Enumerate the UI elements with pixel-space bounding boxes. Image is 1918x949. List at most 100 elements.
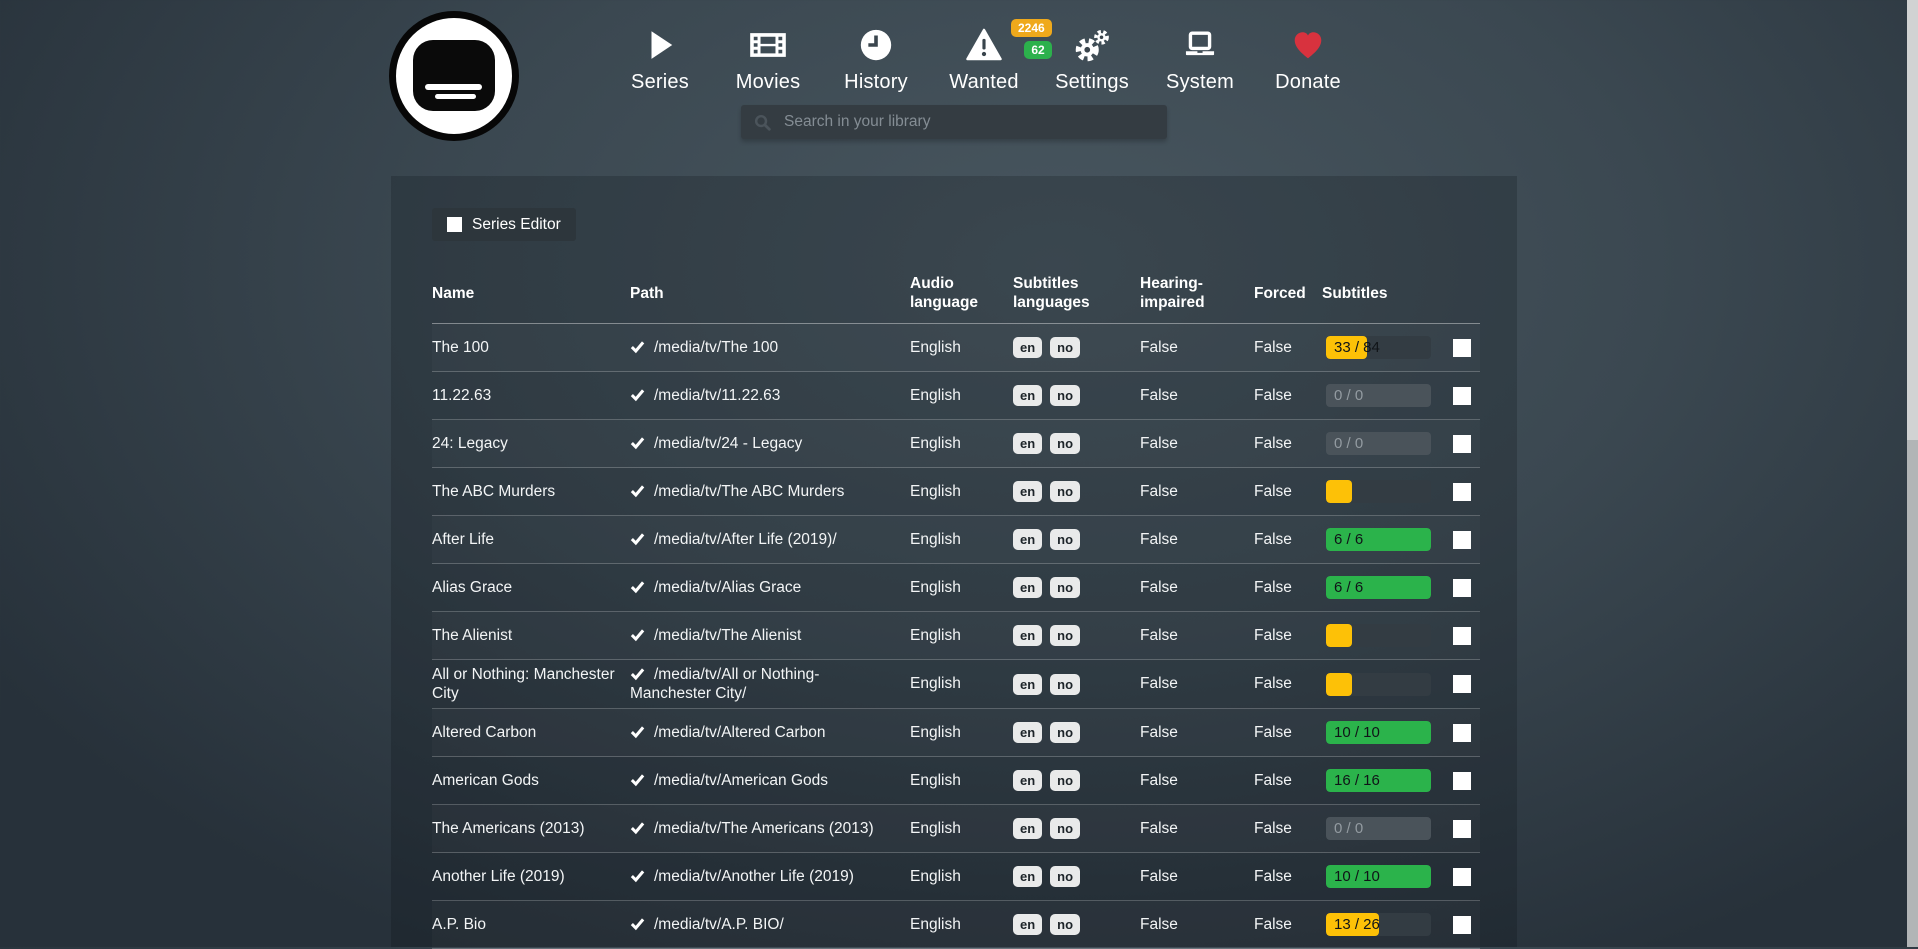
series-path: /media/tv/The 100 — [654, 339, 778, 356]
edit-series-button[interactable] — [1453, 916, 1471, 934]
subtitles-languages: enno — [1013, 529, 1140, 550]
series-path-cell: /media/tv/Alias Grace — [630, 578, 910, 597]
edit-series-button[interactable] — [1453, 531, 1471, 549]
series-path: /media/tv/Another Life (2019) — [654, 868, 854, 885]
edit-series-button[interactable] — [1453, 675, 1471, 693]
path-exists-check-icon — [630, 627, 645, 642]
series-path-cell: /media/tv/24 - Legacy — [630, 434, 910, 453]
audio-language: English — [910, 579, 1013, 597]
header-audio-language: Audio language — [910, 274, 1013, 312]
subtitles-progress-cell: 33 / 84 — [1322, 336, 1444, 359]
subtitles-progress-label: 10 / 10 — [1334, 865, 1380, 888]
forced-value: False — [1254, 483, 1322, 501]
path-exists-check-icon — [630, 435, 645, 450]
language-badge: no — [1050, 914, 1080, 935]
hearing-impaired-value: False — [1140, 531, 1254, 549]
language-badge: en — [1013, 674, 1042, 695]
edit-series-button[interactable] — [1453, 820, 1471, 838]
edit-series-button[interactable] — [1453, 339, 1471, 357]
wrench-icon — [1453, 387, 1471, 405]
forced-value: False — [1254, 627, 1322, 645]
nav-item-wanted[interactable]: Wanted 2246 62 — [930, 22, 1038, 94]
language-badge: no — [1050, 818, 1080, 839]
search-input[interactable] — [782, 112, 1167, 132]
wrench-icon — [447, 217, 462, 232]
main-nav: Series Movies History Wanted 2246 62 — [606, 22, 1362, 94]
nav-item-system[interactable]: System — [1146, 22, 1254, 94]
edit-series-button[interactable] — [1453, 387, 1471, 405]
edit-series-button[interactable] — [1453, 772, 1471, 790]
forced-value: False — [1254, 579, 1322, 597]
hearing-impaired-value: False — [1140, 868, 1254, 886]
subtitles-progress-cell: 6 / 6 — [1322, 528, 1444, 551]
table-body: The 100 /media/tv/The 100 English enno F… — [432, 324, 1480, 949]
nav-item-movies[interactable]: Movies — [714, 22, 822, 94]
series-path-cell: /media/tv/A.P. BIO/ — [630, 915, 910, 934]
subtitles-progress-bar: 0 / 0 — [1326, 384, 1431, 407]
language-badge: no — [1050, 625, 1080, 646]
language-badge: no — [1050, 770, 1080, 791]
bazarr-logo[interactable] — [389, 11, 519, 141]
audio-language: English — [910, 387, 1013, 405]
edit-series-button[interactable] — [1453, 627, 1471, 645]
edit-series-button[interactable] — [1453, 435, 1471, 453]
edit-series-button[interactable] — [1453, 724, 1471, 742]
series-path: /media/tv/Alias Grace — [654, 579, 801, 596]
language-badge: no — [1050, 577, 1080, 598]
play-icon — [606, 22, 714, 68]
forced-value: False — [1254, 675, 1322, 693]
series-path-cell: /media/tv/All or Nothing- Manchester Cit… — [630, 665, 910, 703]
series-path: /media/tv/All or Nothing- Manchester Cit… — [630, 666, 819, 702]
table-row: 24: Legacy /media/tv/24 - Legacy English… — [432, 420, 1480, 468]
edit-series-button[interactable] — [1453, 579, 1471, 597]
path-exists-check-icon — [630, 724, 645, 739]
subtitles-progress-label: 0 / 0 — [1334, 817, 1363, 840]
subtitles-progress-label: 10 / 10 — [1334, 721, 1380, 744]
series-name: The ABC Murders — [432, 482, 630, 501]
nav-item-series[interactable]: Series — [606, 22, 714, 94]
audio-language: English — [910, 868, 1013, 886]
subtitles-progress-label: 0 / 0 — [1334, 384, 1363, 407]
wrench-icon — [1453, 675, 1471, 693]
nav-label: Wanted — [930, 71, 1038, 94]
subtitles-progress-label: 33 / 84 — [1334, 336, 1380, 359]
table-row: Alias Grace /media/tv/Alias Grace Englis… — [432, 564, 1480, 612]
hearing-impaired-value: False — [1140, 387, 1254, 405]
nav-label: History — [822, 71, 930, 94]
subtitles-progress-cell: 13 / 26 — [1322, 913, 1444, 936]
series-editor-button[interactable]: Series Editor — [432, 208, 576, 241]
nav-label: System — [1146, 71, 1254, 94]
scrollbar-thumb[interactable] — [1907, 0, 1918, 440]
nav-item-settings[interactable]: Settings — [1038, 22, 1146, 94]
series-editor-label: Series Editor — [472, 216, 561, 234]
subtitles-progress-label: 13 / 26 — [1334, 913, 1380, 936]
series-path-cell: /media/tv/11.22.63 — [630, 386, 910, 405]
series-name: The 100 — [432, 338, 630, 357]
subtitles-progress-bar — [1326, 624, 1431, 647]
subtitles-languages: enno — [1013, 625, 1140, 646]
subtitles-languages: enno — [1013, 481, 1140, 502]
edit-series-button[interactable] — [1453, 868, 1471, 886]
series-path-cell: /media/tv/Another Life (2019) — [630, 867, 910, 886]
subtitles-languages: enno — [1013, 914, 1140, 935]
subtitles-progress-cell: 0 / 0 — [1322, 384, 1444, 407]
series-path: /media/tv/Altered Carbon — [654, 724, 825, 741]
nav-label: Movies — [714, 71, 822, 94]
language-badge: en — [1013, 770, 1042, 791]
wrench-icon — [1453, 724, 1471, 742]
subtitles-progress-cell: 0 / 0 — [1322, 432, 1444, 455]
series-name: American Gods — [432, 771, 630, 790]
forced-value: False — [1254, 339, 1322, 357]
subtitles-progress-cell: 10 / 10 — [1322, 721, 1444, 744]
nav-item-donate[interactable]: Donate — [1254, 22, 1362, 94]
table-header-row: Name Path Audio language Subtitles langu… — [432, 274, 1480, 324]
edit-series-button[interactable] — [1453, 483, 1471, 501]
subtitles-progress-fill — [1326, 624, 1352, 647]
language-badge: en — [1013, 481, 1042, 502]
path-exists-check-icon — [630, 531, 645, 546]
content-panel: Series Editor Name Path Audio language S… — [391, 176, 1517, 947]
audio-language: English — [910, 483, 1013, 501]
subtitles-progress-cell: 16 / 16 — [1322, 769, 1444, 792]
nav-item-history[interactable]: History — [822, 22, 930, 94]
page-scrollbar[interactable] — [1907, 0, 1918, 947]
